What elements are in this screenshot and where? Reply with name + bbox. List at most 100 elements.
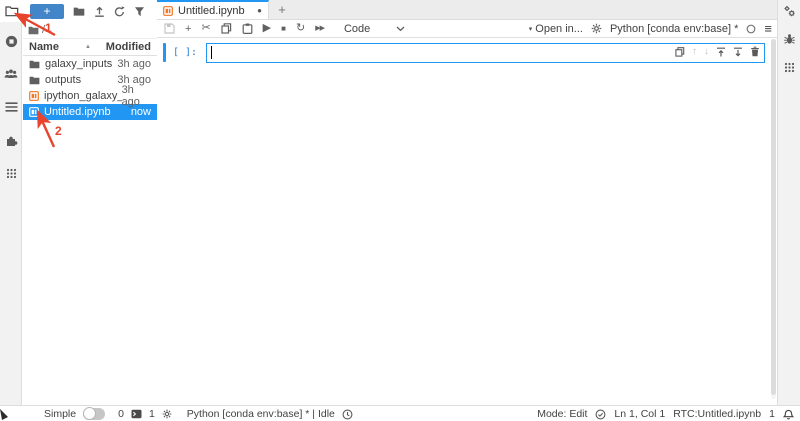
restart-icon: ↻ [296, 23, 305, 34]
notebook-toolbar: + ✂ ▶ ■ ↻ ▶▶ Code ▾ Open in... [157, 20, 777, 38]
interrupt-kernel-button[interactable]: ■ [281, 25, 286, 33]
move-cell-up-button[interactable]: ↑ [692, 47, 697, 57]
toggle-knob [83, 407, 96, 420]
terminal-icon [131, 409, 142, 419]
status-bar: Simple 0 1 Python [conda env:base] * | I… [0, 405, 800, 421]
status-bar-right: Mode: Edit Ln 1, Col 1 RTC:Untitled.ipyn… [537, 408, 800, 420]
file-row[interactable]: galaxy_inputs 3h ago [23, 56, 157, 72]
insert-cell-below-button[interactable] [733, 47, 743, 57]
right-sidebar-strip [777, 0, 800, 405]
code-cell[interactable]: [ ]: ↑ ↓ [163, 43, 765, 63]
restart-kernel-button[interactable]: ↻ [296, 23, 305, 34]
running-sessions-icon[interactable] [4, 34, 18, 48]
run-all-button[interactable]: ▶▶ [315, 25, 324, 32]
home-folder-icon[interactable] [28, 26, 39, 35]
status-bar-left: Simple 0 1 Python [conda env:base] * | I… [0, 408, 353, 420]
unsaved-changes-dot[interactable]: ● [257, 6, 262, 15]
extension-puzzle-icon[interactable] [4, 133, 18, 147]
dataset-grid-icon[interactable] [783, 61, 796, 74]
cell-editor[interactable]: ↑ ↓ [206, 43, 765, 63]
mode-indicator[interactable]: Mode: Edit [537, 408, 587, 420]
kernel-status-text[interactable]: Python [conda env:base] * | Idle [187, 408, 335, 420]
new-launcher-button[interactable]: + [30, 4, 64, 19]
breadcrumb-separator: / [42, 24, 45, 36]
tab-bar: Untitled.ipynb ● + [157, 0, 777, 20]
column-name[interactable]: Name [29, 41, 59, 53]
check-circle-icon [595, 409, 606, 420]
vertical-scrollbar[interactable] [771, 39, 776, 399]
stop-icon: ■ [281, 25, 286, 33]
duplicate-cell-button[interactable] [675, 47, 685, 57]
notebook-icon [163, 6, 173, 16]
debugger-bug-icon[interactable] [783, 33, 796, 46]
folder-icon [5, 5, 19, 17]
file-row[interactable]: ipython_galaxy_... 3h ago [23, 88, 157, 104]
arrow-down-icon: ↓ [704, 47, 709, 57]
file-name: outputs [45, 74, 81, 86]
jupyterlab-window: + / Name ▲ Modified [0, 0, 800, 421]
cell-type-value: Code [344, 23, 370, 35]
tab-untitled-notebook[interactable]: Untitled.ipynb ● [157, 0, 269, 19]
file-row-selected[interactable]: Untitled.ipynb now [23, 104, 157, 120]
file-browser-toolbar: + [23, 0, 157, 22]
play-icon: ▶ [263, 23, 271, 34]
kernel-idle-circle-icon [746, 24, 756, 34]
gear-icon[interactable] [591, 23, 602, 34]
bell-icon[interactable] [783, 408, 794, 420]
main-dock-panel: Untitled.ipynb ● + + ✂ ▶ ■ ↻ ▶▶ Code [157, 0, 777, 405]
upload-icon[interactable] [94, 6, 105, 17]
file-name: ipython_galaxy_... [44, 90, 122, 102]
rtc-session-label[interactable]: RTC:Untitled.ipynb [673, 408, 761, 420]
delete-cell-button[interactable] [750, 46, 760, 57]
clock-icon [342, 409, 353, 420]
column-modified[interactable]: Modified [106, 41, 151, 53]
refresh-icon[interactable] [114, 6, 125, 17]
collaboration-users-icon[interactable] [4, 67, 18, 81]
scissors-icon: ✂ [201, 23, 210, 34]
sidebar-tab-file-browser[interactable] [0, 0, 23, 22]
sort-asc-icon[interactable]: ▲ [85, 44, 91, 50]
new-tab-button[interactable]: + [269, 0, 295, 19]
file-modified: 3h ago [122, 84, 151, 108]
save-button[interactable] [164, 23, 175, 34]
cell-prompt: [ ]: [166, 43, 206, 62]
fast-forward-icon: ▶▶ [315, 25, 324, 32]
new-folder-icon[interactable] [73, 6, 85, 17]
dataset-grid-icon[interactable] [4, 166, 18, 180]
insert-cell-button[interactable]: + [185, 23, 191, 35]
file-modified: now [131, 106, 151, 118]
terminals-count[interactable]: 0 [118, 408, 124, 420]
cut-cells-button[interactable]: ✂ [201, 23, 210, 34]
toolbar-right: ▾ Open in... Python [conda env:base] * ≡ [529, 21, 772, 36]
file-name: galaxy_inputs [45, 58, 112, 70]
move-cell-down-button[interactable]: ↓ [704, 47, 709, 57]
kernel-sessions-gear-icon [162, 409, 172, 419]
copy-cells-button[interactable] [221, 23, 232, 34]
arrow-up-icon: ↑ [692, 47, 697, 57]
kernel-name[interactable]: Python [conda env:base] * [610, 23, 738, 35]
tab-title: Untitled.ipynb [178, 5, 245, 17]
caret-down-icon: ▾ [529, 25, 533, 33]
notebook-icon [29, 107, 39, 117]
simple-mode-toggle[interactable] [83, 408, 105, 420]
simple-mode-label: Simple [44, 408, 76, 420]
scrollbar-thumb[interactable] [771, 39, 776, 395]
kernels-count[interactable]: 1 [149, 408, 155, 420]
hamburger-menu-icon[interactable]: ≡ [764, 21, 772, 36]
notebook-icon [29, 91, 39, 101]
paste-cells-button[interactable] [242, 23, 253, 34]
cell-toolbar: ↑ ↓ [675, 46, 760, 57]
left-sidebar-strip [0, 0, 22, 405]
cell-type-dropdown[interactable]: Code [344, 23, 405, 35]
notifications-count[interactable]: 1 [769, 408, 775, 420]
cursor-position[interactable]: Ln 1, Col 1 [614, 408, 665, 420]
table-of-contents-icon[interactable] [4, 100, 18, 114]
property-inspector-gears-icon[interactable] [783, 5, 796, 18]
insert-cell-above-button[interactable] [716, 47, 726, 57]
run-button[interactable]: ▶ [263, 23, 271, 34]
breadcrumb[interactable]: / [23, 22, 157, 38]
open-in-dropdown[interactable]: ▾ Open in... [529, 23, 583, 35]
folder-icon [29, 60, 40, 69]
file-name: Untitled.ipynb [44, 106, 111, 118]
filter-funnel-icon[interactable] [134, 6, 145, 17]
